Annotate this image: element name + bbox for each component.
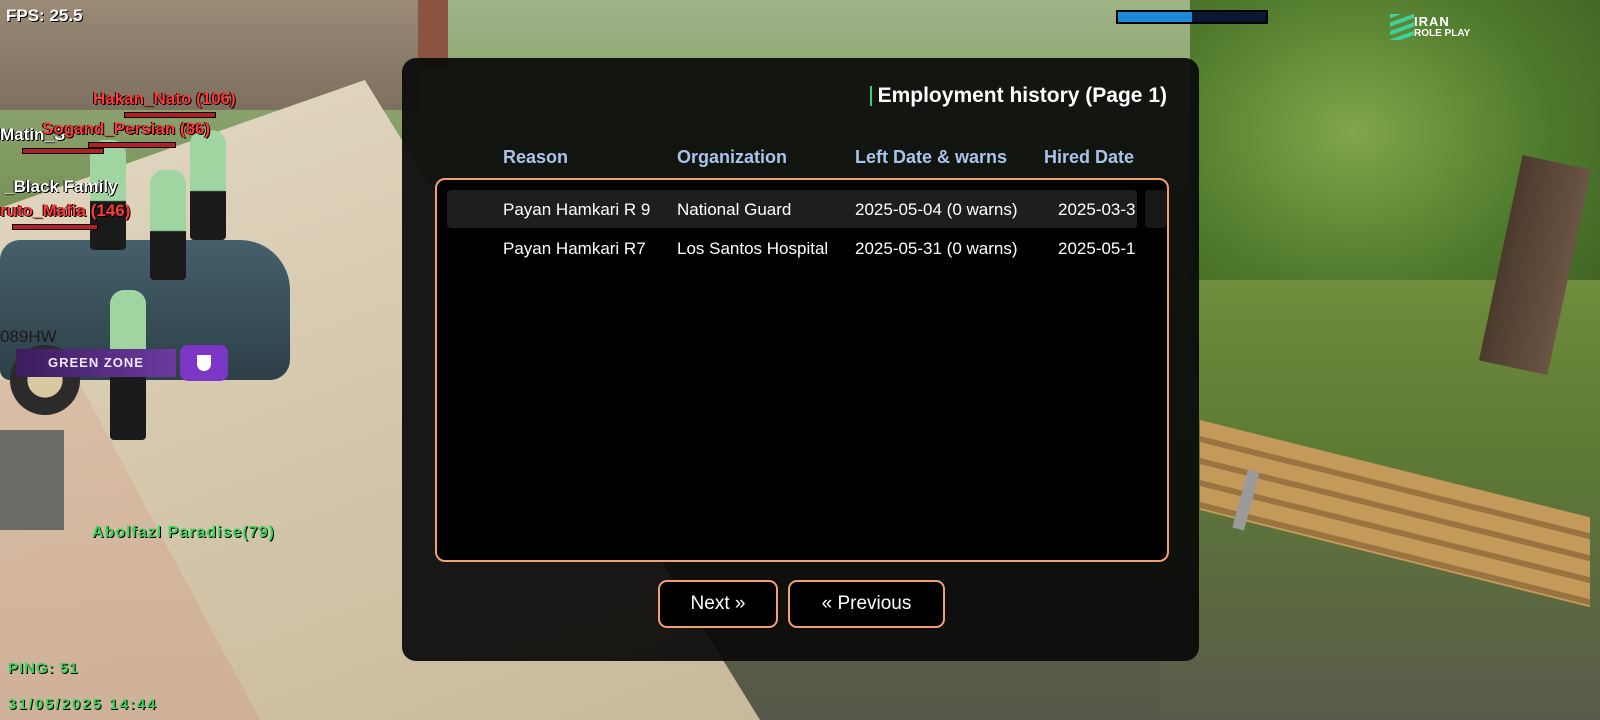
column-header-left-date: Left Date & warns (855, 147, 1008, 167)
vehicle-plate: 089HW (0, 327, 57, 346)
loading-progress-bar (1116, 10, 1268, 24)
cell-left-date: 2025-05-04 (0 warns) (855, 200, 1018, 219)
server-logo: IRAN ROLE PLAY (1390, 12, 1490, 42)
column-header-hired-date: Hired Date (1044, 147, 1135, 167)
cell-hired-date: 2025-05-1 (1058, 239, 1136, 258)
player-nametag: Hakan_Nato (106) (93, 89, 236, 108)
pedestrian (150, 170, 186, 280)
player-nametag: ruto_Mafia (146) (0, 201, 131, 220)
progress-fill (1118, 12, 1192, 22)
local-player-name: Abolfazl Paradise(79) (92, 524, 275, 541)
fps-counter: FPS: 25.5 (6, 6, 83, 25)
health-bar (12, 224, 98, 230)
green-zone-label: GREEN ZONE (16, 349, 176, 377)
ping-indicator: PING: 51 (8, 660, 79, 677)
title-marker (869, 86, 872, 106)
next-page-button[interactable]: Next » (658, 580, 778, 628)
cell-left-date: 2025-05-31 (0 warns) (855, 239, 1018, 258)
previous-page-button[interactable]: « Previous (788, 580, 945, 628)
street-post (0, 430, 64, 530)
player-nametag: _Black Family (4, 177, 118, 196)
cell-reason: Payan Hamkari R 9 (503, 200, 651, 219)
employment-list[interactable]: Payan Hamkari R 9 National Guard 2025-05… (435, 178, 1169, 562)
cell-reason: Payan Hamkari R7 (503, 239, 646, 258)
employment-history-dialog: Employment history (Page 1) Reason Organ… (402, 58, 1199, 661)
shield-icon (180, 345, 228, 381)
logo-text: IRAN (1414, 14, 1450, 29)
list-scrollbar[interactable] (1145, 190, 1167, 228)
list-row[interactable]: Payan Hamkari R 9 National Guard 2025-05… (447, 190, 1137, 228)
column-header-organization: Organization (677, 147, 788, 167)
pedestrian (190, 130, 226, 240)
health-bar (124, 112, 216, 118)
cell-organization: National Guard (677, 200, 792, 219)
health-bar (22, 148, 104, 154)
cell-organization: Los Santos Hospital (677, 239, 829, 258)
cell-hired-date: 2025-03-3 (1058, 200, 1136, 219)
health-bar (88, 142, 176, 148)
green-zone-indicator: GREEN ZONE (16, 345, 228, 381)
dialog-title: Employment history (Page 1) (869, 84, 1167, 108)
column-header-reason: Reason (503, 147, 569, 167)
logo-subtext: ROLE PLAY (1414, 28, 1471, 39)
dialog-title-text: Employment history (Page 1) (877, 84, 1167, 107)
date-time: 31/05/2025 14:44 (8, 696, 158, 713)
player-nametag: Sogand_Persian (86) (42, 119, 211, 138)
list-row[interactable]: Payan Hamkari R7 Los Santos Hospital 202… (447, 229, 1137, 267)
logo-icon (1390, 14, 1414, 40)
